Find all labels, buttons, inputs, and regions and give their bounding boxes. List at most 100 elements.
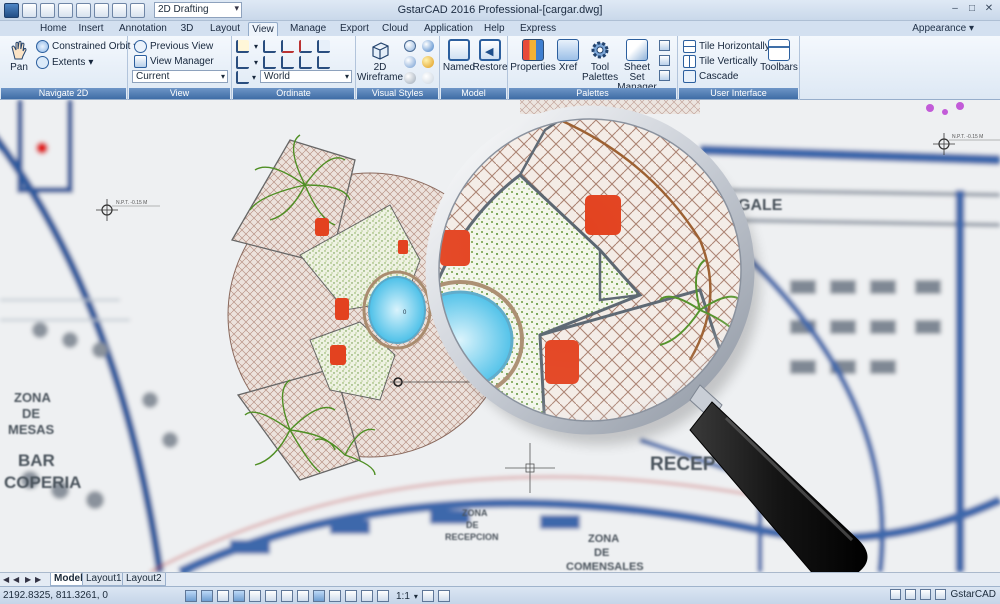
first-tab-arrow-icon[interactable]: ◀ <box>3 575 9 584</box>
restore-viewports-button[interactable]: ◀ Restore <box>473 39 508 73</box>
maximize-button[interactable]: □ <box>965 3 979 16</box>
realistic-style-icon[interactable] <box>422 40 434 52</box>
hidden-style-icon[interactable] <box>404 40 416 52</box>
extents-label: Extents <box>52 57 86 68</box>
calculator-icon[interactable] <box>659 55 670 66</box>
ucs-face-icon[interactable] <box>317 56 331 69</box>
shaded-style-icon[interactable] <box>422 56 434 68</box>
panel-title-visual-styles: Visual Styles <box>357 88 438 99</box>
snap-toggle-icon[interactable] <box>185 590 197 602</box>
model-space-icon[interactable] <box>361 590 373 602</box>
tile-vertical-icon <box>683 55 696 68</box>
named-label: Named <box>442 62 476 73</box>
chevron-down-icon[interactable]: ▾ <box>252 73 256 82</box>
wireframe-cube-icon <box>372 42 389 60</box>
ucs-world-icon[interactable] <box>263 40 277 53</box>
ucs-z-icon[interactable] <box>317 40 331 53</box>
2d-wireframe-button[interactable]: 2D Wireframe <box>357 39 403 83</box>
tab-insert[interactable]: Insert <box>76 22 106 36</box>
tile-horizontally-button[interactable]: Tile Horizontally <box>683 40 770 53</box>
ortho-toggle-icon[interactable] <box>217 590 229 602</box>
extents-button[interactable]: Extents ▾ <box>36 56 93 69</box>
prev-tab-arrow-icon[interactable]: ◀ <box>13 575 19 584</box>
layout-tab-layout2[interactable]: Layout2 <box>122 573 166 586</box>
next-tab-arrow-icon[interactable]: ▶ <box>25 575 31 584</box>
lineweight-toggle-icon[interactable] <box>313 590 325 602</box>
close-button[interactable]: ✕ <box>982 3 996 16</box>
chevron-down-icon[interactable]: ▾ <box>414 592 418 601</box>
ucs-select[interactable]: World ▾ <box>260 70 352 83</box>
chevron-down-icon: ▾ <box>88 57 94 68</box>
ucs-previous-icon[interactable] <box>236 71 249 84</box>
drawing-canvas[interactable]: ZONA DE MESAS BAR COPERIA RECEP ZONA DE … <box>0 100 1000 572</box>
pan-hand-icon <box>11 40 27 60</box>
workspace-switch-icon[interactable] <box>890 589 902 600</box>
tool-palettes-button[interactable]: Tool Palettes <box>582 39 618 83</box>
appearance-menu[interactable]: Appearance ▾ <box>912 23 974 34</box>
isolate-objects-icon[interactable] <box>920 589 932 600</box>
tab-application[interactable]: Application <box>422 22 473 36</box>
annotation-visibility-icon[interactable] <box>421 590 434 602</box>
tile-horizontally-label: Tile Horizontally <box>699 41 770 52</box>
panel-title-user-interface: User Interface <box>679 88 798 99</box>
ucs-view-icon[interactable] <box>281 56 295 69</box>
xref-label: Xref <box>558 62 578 73</box>
view-manager-button[interactable]: View Manager <box>134 55 214 68</box>
tab-cloud[interactable]: Cloud <box>380 22 408 36</box>
layer-palette-icon[interactable] <box>659 40 670 51</box>
panel-palettes: Properties Xref Tool Palettes Sheet Set … <box>508 36 678 100</box>
otrack-toggle-icon[interactable] <box>265 590 277 602</box>
previous-view-button[interactable]: Previous View <box>134 40 213 53</box>
auto-scale-icon[interactable] <box>437 590 450 602</box>
tab-layout[interactable]: Layout <box>208 22 242 36</box>
tab-view[interactable]: View <box>248 22 278 36</box>
ucs-world-row: ▾ <box>236 71 256 84</box>
named-viewports-button[interactable]: Named <box>442 39 476 73</box>
design-center-icon[interactable] <box>659 70 670 81</box>
constrained-orbit-button[interactable]: Constrained Orbit ▾ <box>36 40 138 53</box>
qp-toggle-icon[interactable] <box>345 590 357 602</box>
conceptual-style-icon[interactable] <box>404 56 416 68</box>
ucs-x-icon[interactable] <box>281 40 295 53</box>
polar-toggle-icon[interactable] <box>233 590 245 602</box>
panel-title-navigate-2d: Navigate 2D <box>1 88 126 99</box>
tile-vertically-button[interactable]: Tile Vertically <box>683 55 758 68</box>
minimize-button[interactable]: – <box>948 3 962 16</box>
annotation-scale-icon[interactable] <box>377 590 389 602</box>
tab-export[interactable]: Export <box>338 22 370 36</box>
tab-home[interactable]: Home <box>38 22 67 36</box>
dyn-toggle-icon[interactable] <box>297 590 309 602</box>
ducs-toggle-icon[interactable] <box>281 590 293 602</box>
tab-help[interactable]: Help <box>482 22 506 36</box>
ucs-3point-icon[interactable] <box>263 56 277 69</box>
sketchy-style-icon[interactable] <box>422 72 434 84</box>
tab-manage[interactable]: Manage <box>288 22 326 36</box>
tab-annotation[interactable]: Annotation <box>117 22 167 36</box>
panel-title-ordinate: Ordinate <box>233 88 354 99</box>
properties-button[interactable]: Properties <box>510 39 556 73</box>
clean-screen-icon[interactable] <box>935 589 947 600</box>
layout-tab-layout1[interactable]: Layout1 <box>82 573 126 586</box>
toolbars-button[interactable]: Toolbars <box>760 39 798 73</box>
osnap-toggle-icon[interactable] <box>249 590 261 602</box>
window-title: GstarCAD 2016 Professional-[cargar.dwg] <box>397 4 603 16</box>
tab-express[interactable]: Express <box>518 22 556 36</box>
lock-icon[interactable] <box>905 589 917 600</box>
xref-button[interactable]: Xref <box>556 39 580 73</box>
ucs-icon[interactable] <box>236 40 249 53</box>
last-tab-arrow-icon[interactable]: ▶ <box>35 575 41 584</box>
ucs-y-icon[interactable] <box>299 40 313 53</box>
tab-3d[interactable]: 3D <box>178 22 196 36</box>
pan-button[interactable]: Pan <box>6 39 32 73</box>
sheet-set-manager-button[interactable]: Sheet Set Manager <box>617 39 657 93</box>
view-select[interactable]: Current ▾ <box>132 70 228 83</box>
cascade-button[interactable]: Cascade <box>683 70 738 83</box>
ucs-object-icon[interactable] <box>299 56 313 69</box>
gray-style-icon[interactable] <box>404 72 416 84</box>
annotation-scale-value[interactable]: 1:1 <box>396 591 410 602</box>
chevron-down-icon[interactable]: ▾ <box>254 58 258 67</box>
ucs-origin-icon[interactable] <box>236 56 249 69</box>
chevron-down-icon[interactable]: ▾ <box>254 42 258 51</box>
grid-toggle-icon[interactable] <box>201 590 213 602</box>
tpy-toggle-icon[interactable] <box>329 590 341 602</box>
